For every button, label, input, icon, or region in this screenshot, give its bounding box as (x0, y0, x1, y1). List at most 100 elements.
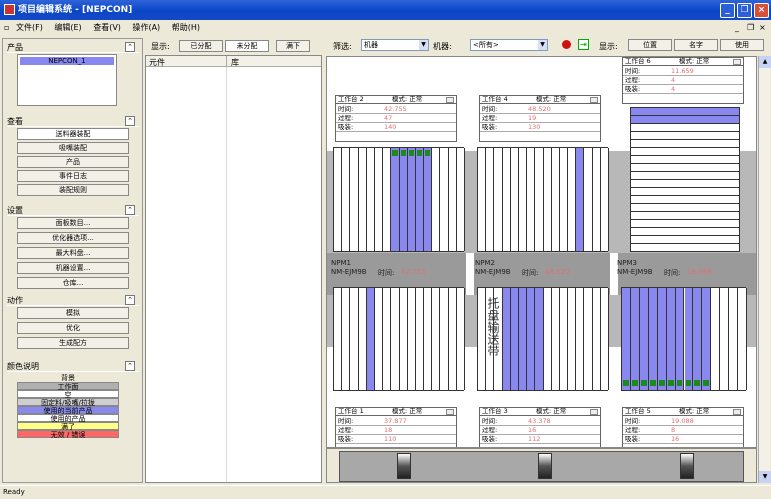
feeder-slot[interactable] (350, 148, 359, 251)
mdi-restore-button[interactable]: ❐ (747, 20, 754, 35)
view-nozzle-button[interactable]: 吸嘴装配 (17, 142, 129, 154)
scroll-down-icon[interactable]: ▼ (759, 471, 771, 483)
tray-slot[interactable] (631, 132, 739, 140)
feeder-slot[interactable] (576, 288, 585, 390)
stop-icon[interactable] (562, 40, 571, 49)
tray-slot[interactable] (631, 164, 739, 172)
minimize-button[interactable]: _ (720, 3, 735, 18)
product-item[interactable]: NEPCON_1 (20, 57, 114, 65)
feeder-slot[interactable] (510, 148, 519, 251)
feeder-slot[interactable] (366, 288, 375, 390)
feeder-slot[interactable] (415, 288, 425, 390)
feeder-slot[interactable] (478, 148, 487, 251)
feeder-bank[interactable] (333, 287, 465, 391)
workstation-menu-icon[interactable] (733, 409, 741, 415)
feeder-slot[interactable] (518, 288, 528, 390)
feeder-slot[interactable] (576, 148, 585, 251)
panel-count-button[interactable]: 面板数目... (17, 217, 129, 229)
tray-slot[interactable] (631, 212, 739, 220)
vertical-scrollbar[interactable]: ▲ ▼ (758, 56, 771, 483)
tray-slot[interactable] (631, 180, 739, 188)
feeder-slot[interactable] (559, 148, 569, 251)
workstation-menu-icon[interactable] (590, 97, 598, 103)
tray-slot[interactable] (631, 156, 739, 164)
feeder-slot[interactable] (358, 148, 367, 251)
feeder-slot[interactable] (432, 288, 441, 390)
view-product-button[interactable]: 产品 (17, 156, 129, 168)
generate-recipe-button[interactable]: 生成配方 (17, 337, 129, 349)
feeder-slot[interactable] (358, 288, 367, 390)
max-tray-button[interactable]: 最大料盘... (17, 247, 129, 259)
feeder-slot[interactable] (502, 148, 511, 251)
assigned-button[interactable]: 已分配 (179, 40, 223, 52)
feeder-slot[interactable] (415, 148, 425, 251)
full-button[interactable]: 满下 (276, 40, 310, 52)
feeder-slot[interactable] (374, 148, 384, 251)
tray-slot[interactable] (631, 124, 739, 132)
tray-slot[interactable] (631, 148, 739, 156)
feeder-slot[interactable] (729, 288, 739, 390)
feeder-slot[interactable] (568, 288, 577, 390)
position-button[interactable]: 位置 (628, 39, 672, 51)
warehouse-button[interactable]: 仓库... (17, 277, 129, 289)
feeder-slot[interactable] (639, 288, 649, 390)
feeder-slot[interactable] (456, 148, 465, 251)
tray-slot[interactable] (631, 140, 739, 148)
feeder-slot[interactable] (383, 148, 392, 251)
workstation-menu-icon[interactable] (590, 409, 598, 415)
feeder-slot[interactable] (342, 148, 351, 251)
feeder-bank[interactable] (333, 147, 465, 252)
tray-slot[interactable] (631, 244, 739, 252)
feeder-slot[interactable] (584, 288, 593, 390)
collapse-actions-icon[interactable]: ⌃ (125, 295, 135, 305)
optimizer-options-button[interactable]: 优化器选项... (17, 232, 129, 244)
feeder-slot[interactable] (702, 288, 712, 390)
workstation-box[interactable]: 工作台 1 模式: 正常 时间: 37.877 过程: 18 吸装: 110 (335, 407, 457, 447)
tray-slot[interactable] (631, 108, 739, 116)
feeder-slot[interactable] (527, 288, 536, 390)
view-rules-button[interactable]: 装配规则 (17, 184, 129, 196)
feeder-slot[interactable] (720, 288, 730, 390)
feeder-slot[interactable] (630, 288, 640, 390)
feeder-slot[interactable] (711, 288, 721, 390)
feeder-slot[interactable] (456, 288, 465, 390)
feeder-slot[interactable] (535, 288, 544, 390)
workstation-box[interactable]: 工作台 3 模式: 正常 时间: 43.378 过程: 16 吸装: 112 (479, 407, 601, 447)
scroll-up-icon[interactable]: ▲ (759, 56, 771, 68)
feeder-slot[interactable] (738, 288, 747, 390)
filter-select[interactable]: 机器 ▼ (361, 39, 429, 51)
feeder-slot[interactable] (551, 148, 560, 251)
feeder-slot[interactable] (502, 288, 511, 390)
workstation-menu-icon[interactable] (446, 409, 454, 415)
feeder-slot[interactable] (675, 288, 685, 390)
tray-slot[interactable] (631, 204, 739, 212)
feeder-slot[interactable] (494, 148, 503, 251)
col-component[interactable]: 元件 (149, 57, 165, 68)
collapse-legend-icon[interactable]: ⌃ (125, 361, 135, 371)
maximize-button[interactable]: ❐ (737, 3, 752, 18)
feeder-slot[interactable] (568, 148, 577, 251)
workstation-box[interactable]: 工作台 5 模式: 正常 时间: 19.088 过程: 8 吸装: 16 (622, 407, 744, 447)
view-eventlog-button[interactable]: 事件日志 (17, 170, 129, 182)
optimize-button[interactable]: 优化 (17, 322, 129, 334)
tray-slot[interactable] (631, 196, 739, 204)
feeder-slot[interactable] (584, 148, 593, 251)
feeder-slot[interactable] (543, 288, 552, 390)
feeder-slot[interactable] (399, 148, 408, 251)
menu-action[interactable]: 操作(A) (132, 20, 160, 35)
feeder-slot[interactable] (666, 288, 676, 390)
feeder-bank[interactable] (621, 287, 747, 391)
feeder-slot[interactable] (559, 288, 569, 390)
workstation-box[interactable]: 工作台 2 模式: 正常 时间: 42.755 过程: 47 吸装: 140 (335, 95, 457, 142)
feeder-slot[interactable] (350, 288, 359, 390)
feeder-slot[interactable] (510, 288, 519, 390)
feeder-slot[interactable] (693, 288, 703, 390)
menu-view[interactable]: 查看(V) (93, 20, 121, 35)
collapse-product-icon[interactable]: ⌃ (125, 42, 135, 52)
feeder-slot[interactable] (366, 148, 375, 251)
feeder-slot[interactable] (622, 288, 631, 390)
component-list[interactable]: 元件 库 (145, 55, 322, 483)
tray-slot[interactable] (631, 172, 739, 180)
feeder-slot[interactable] (424, 288, 433, 390)
feeder-slot[interactable] (391, 288, 400, 390)
